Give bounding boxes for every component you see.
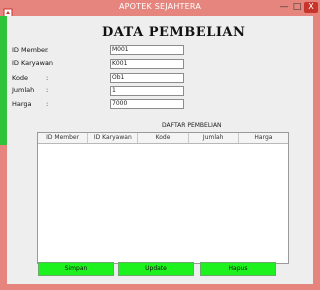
delete-button[interactable]: Hapus xyxy=(200,262,276,276)
update-button[interactable]: Update xyxy=(118,262,194,276)
close-button[interactable]: X xyxy=(304,2,318,13)
id-member-colon: : xyxy=(46,46,49,54)
column-header-harga[interactable]: Harga xyxy=(239,133,288,143)
harga-field[interactable]: 7000 xyxy=(110,99,184,109)
kode-colon: : xyxy=(46,74,49,82)
column-header-kode[interactable]: Kode xyxy=(138,133,189,143)
page-title: DATA PEMBELIAN xyxy=(102,25,246,40)
minimize-button[interactable]: — xyxy=(278,2,290,12)
column-header-id-member[interactable]: ID Member xyxy=(38,133,89,143)
save-button[interactable]: Simpan xyxy=(38,262,114,276)
id-karyawan-colon: : xyxy=(46,59,49,67)
kode-field[interactable]: Ob1 xyxy=(110,73,184,83)
table-header: ID Member ID Karyawan Kode Jumlah Harga xyxy=(38,133,288,144)
id-karyawan-field[interactable]: K001 xyxy=(110,59,184,69)
jumlah-label: Jumlah xyxy=(12,86,35,94)
jumlah-field[interactable]: 1 xyxy=(110,86,184,96)
id-member-label: ID Member xyxy=(12,46,48,54)
title-bar[interactable]: APOTEK SEJAHTERA — □ X xyxy=(0,0,320,18)
app-window: APOTEK SEJAHTERA — □ X DATA PEMBELIAN ID… xyxy=(0,0,320,290)
content-panel: DATA PEMBELIAN ID Member : M001 ID Karya… xyxy=(7,16,313,284)
table-title: DAFTAR PEMBELIAN xyxy=(162,122,222,129)
purchase-table[interactable]: ID Member ID Karyawan Kode Jumlah Harga xyxy=(37,132,289,264)
id-member-field[interactable]: M001 xyxy=(110,45,184,55)
jumlah-colon: : xyxy=(46,86,49,94)
left-accent-bar xyxy=(0,16,7,145)
harga-label: Harga xyxy=(12,100,32,108)
maximize-button[interactable]: □ xyxy=(291,2,303,12)
kode-label: Kode xyxy=(12,74,29,82)
harga-colon: : xyxy=(46,100,49,108)
column-header-id-karyawan[interactable]: ID Karyawan xyxy=(88,133,139,143)
window-title: APOTEK SEJAHTERA xyxy=(118,2,201,11)
column-header-jumlah[interactable]: Jumlah xyxy=(189,133,239,143)
